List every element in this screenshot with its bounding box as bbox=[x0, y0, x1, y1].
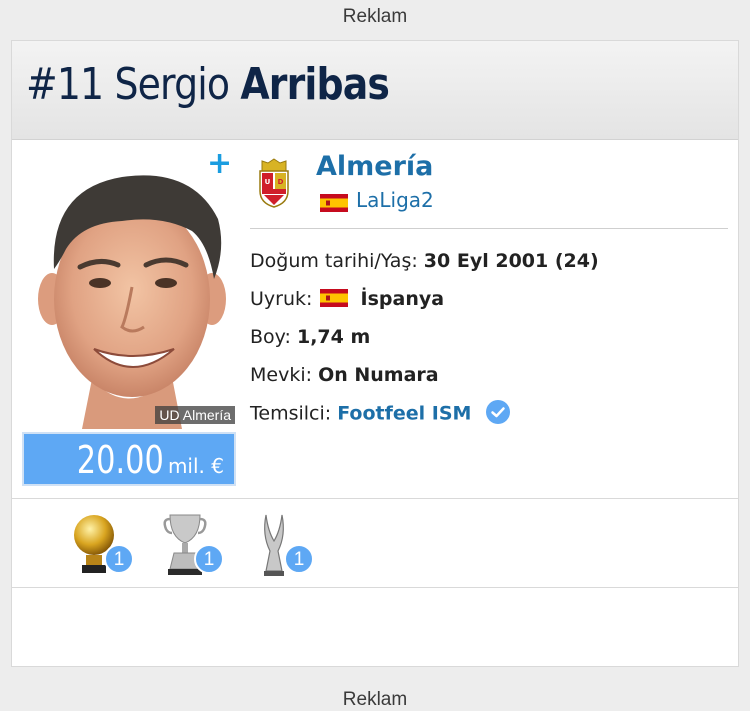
height-value: 1,74 m bbox=[296, 326, 371, 348]
position-value: On Numara bbox=[318, 364, 439, 386]
birth-label: Doğum tarihi/Yaş: bbox=[250, 250, 418, 272]
nationality-label: Uyruk: bbox=[250, 288, 313, 310]
nationality-value: İspanya bbox=[360, 288, 445, 310]
verified-check-icon bbox=[485, 400, 510, 424]
player-photo[interactable]: UD Almería bbox=[22, 149, 235, 429]
trophy-golden-ball[interactable]: 1 bbox=[72, 511, 134, 585]
trophy-count-badge: 1 bbox=[194, 544, 224, 574]
agent-link[interactable]: Footfeel ISM bbox=[337, 403, 471, 425]
trophy-silver[interactable]: 1 bbox=[252, 511, 314, 585]
ad-label-bottom: Reklam bbox=[342, 689, 408, 710]
player-first-name: Sergio bbox=[114, 59, 230, 110]
height-label: Boy: bbox=[250, 326, 291, 348]
club-crest-icon[interactable]: U D bbox=[256, 157, 292, 209]
club-name-link[interactable]: Almería bbox=[316, 151, 433, 182]
player-portrait-image bbox=[22, 149, 235, 429]
trophy-cup[interactable]: 1 bbox=[162, 511, 224, 585]
info-nationality: Uyruk: İspanya bbox=[250, 288, 444, 310]
trophy-count-badge: 1 bbox=[284, 544, 314, 574]
svg-text:U: U bbox=[265, 178, 271, 186]
info-separator bbox=[250, 228, 728, 229]
position-label: Mevki: bbox=[250, 364, 313, 386]
svg-text:D: D bbox=[278, 178, 284, 186]
player-card: #11 Sergio Arribas UD Almería + 20.00 mi… bbox=[11, 40, 739, 667]
birth-value: 30 Eyl 2001 (24) bbox=[423, 250, 599, 272]
shirt-number: #11 bbox=[26, 59, 104, 110]
info-height: Boy: 1,74 m bbox=[250, 326, 370, 348]
player-title: #11 Sergio Arribas bbox=[26, 59, 390, 110]
spain-flag-icon bbox=[320, 194, 348, 212]
info-birth: Doğum tarihi/Yaş: 30 Eyl 2001 (24) bbox=[250, 250, 599, 272]
trophy-count-badge: 1 bbox=[104, 544, 134, 574]
spain-flag-icon bbox=[320, 288, 349, 307]
add-watchlist-button[interactable]: + bbox=[207, 149, 232, 179]
player-last-name: Arribas bbox=[240, 59, 390, 110]
section-divider bbox=[12, 587, 738, 588]
market-value-box[interactable]: 20.00 mil. € bbox=[22, 432, 236, 486]
ad-label-top: Reklam bbox=[342, 6, 408, 27]
agent-label: Temsilci: bbox=[250, 402, 332, 425]
market-value: 20.00 bbox=[76, 438, 164, 482]
info-position: Mevki: On Numara bbox=[250, 364, 439, 386]
market-value-unit: mil. € bbox=[167, 454, 224, 478]
info-agent: Temsilci: Footfeel ISM bbox=[250, 400, 510, 426]
section-divider bbox=[12, 498, 738, 499]
photo-club-caption: UD Almería bbox=[155, 406, 235, 424]
player-header: #11 Sergio Arribas bbox=[12, 41, 738, 140]
league-name-link[interactable]: LaLiga2 bbox=[356, 188, 434, 212]
